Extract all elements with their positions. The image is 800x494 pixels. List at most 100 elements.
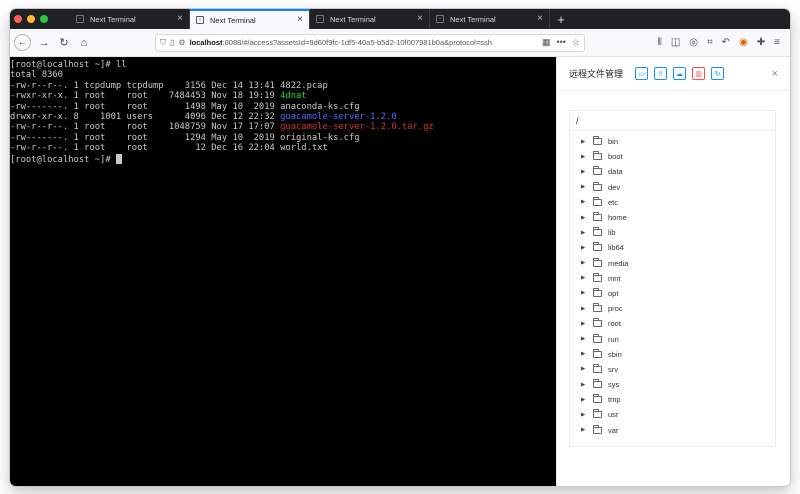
screenshot-icon[interactable]: ◎ [689,37,698,48]
expand-caret-icon[interactable]: ▶ [581,230,587,236]
terminal[interactable]: [root@localhost ~]# ll total 8360 -rw-r--r… [10,57,556,486]
close-window-button[interactable] [14,15,22,23]
tree-folder-media[interactable]: ▶ media [570,256,775,271]
maximize-window-button[interactable] [40,15,48,23]
tree-folder-usr[interactable]: ▶ usr [570,407,775,422]
expand-caret-icon[interactable]: ▶ [581,260,587,266]
bookmark-star-icon[interactable]: ☆ [572,37,580,48]
delete-button[interactable]: ▥ [692,67,706,80]
upload-button[interactable]: ⇧ [654,67,668,80]
folder-name: boot [608,152,623,162]
folder-name: proc [608,304,623,314]
expand-caret-icon[interactable]: ▶ [581,215,587,221]
expand-caret-icon[interactable]: ▶ [581,397,587,403]
file-name: guacamole-server-1.2.0.tar.gz [280,122,434,133]
tree-folder-lib[interactable]: ▶ lib [570,225,775,240]
tab-3[interactable]: ▪ Next Terminal × [310,9,430,29]
tab-2[interactable]: ▪ Next Terminal × [190,9,310,29]
qr-code-icon[interactable]: ▦ [542,37,551,48]
tree-folder-sys[interactable]: ▶ sys [570,377,775,392]
window-controls [10,9,70,29]
crop-icon[interactable]: ⌗ [707,37,713,48]
permissions-icon[interactable]: ⚙ [178,38,185,47]
tab-title: Next Terminal [90,14,136,24]
close-tab-button[interactable]: × [417,14,423,24]
tree-folder-tmp[interactable]: ▶ tmp [570,392,775,407]
expand-caret-icon[interactable]: ▶ [581,139,587,145]
tree-folder-root[interactable]: ▶ root [570,316,775,331]
expand-caret-icon[interactable]: ▶ [581,154,587,160]
folder-icon [593,242,602,252]
folder-name: tmp [608,395,621,405]
cloud-upload-button[interactable]: ☁ [673,67,687,80]
file-name: guacamole-server-1.2.0 [280,111,397,122]
close-tab-button[interactable]: × [297,15,303,25]
url-bar[interactable]: ⛉ ▯ ⚙ localhost:8088/#/access?assetsId=9… [155,33,585,52]
current-path: / [570,111,775,131]
refresh-button[interactable]: ↻ [711,67,725,80]
forward-button[interactable]: → [37,37,51,49]
terminal-line: total 8360 [10,70,63,81]
sidebar-icon[interactable]: ◫ [671,37,680,48]
expand-caret-icon[interactable]: ▶ [581,290,587,296]
expand-caret-icon[interactable]: ▶ [581,199,587,205]
expand-caret-icon[interactable]: ▶ [581,169,587,175]
close-tab-button[interactable]: × [177,14,183,24]
expand-caret-icon[interactable]: ▶ [581,382,587,388]
expand-caret-icon[interactable]: ▶ [581,306,587,312]
upload-file-button[interactable]: ▭ [635,67,649,80]
expand-caret-icon[interactable]: ▶ [581,245,587,251]
more-icon[interactable]: ••• [556,37,565,48]
tree-folder-var[interactable]: ▶ var [570,423,775,438]
back-button[interactable]: ← [14,34,31,51]
expand-caret-icon[interactable]: ▶ [581,184,587,190]
expand-caret-icon[interactable]: ▶ [581,427,587,433]
close-tab-button[interactable]: × [537,14,543,24]
extension-icon[interactable]: ◉ [739,37,748,48]
folder-name: data [608,167,623,177]
shield-icon[interactable]: ⛉ [160,38,166,48]
tree-folder-bin[interactable]: ▶ bin [570,134,775,149]
expand-caret-icon[interactable]: ▶ [581,336,587,342]
tree-folder-run[interactable]: ▶ run [570,331,775,346]
undo-icon[interactable]: ↶ [722,37,730,48]
expand-caret-icon[interactable]: ▶ [581,412,587,418]
terminal-line: drwxr-xr-x. 8 1001 users 4096 Dec 12 22:… [10,112,556,122]
tree-folder-mnt[interactable]: ▶ mnt [570,271,775,286]
page-info-icon[interactable]: ▯ [170,38,174,47]
minimize-window-button[interactable] [27,15,35,23]
folder-icon [593,272,602,282]
file-attributes: -rw-r--r--. 1 root root 12 Dec 16 22:04 [10,143,281,154]
new-tab-button[interactable]: + [550,9,572,29]
tree-folder-etc[interactable]: ▶ etc [570,195,775,210]
folder-icon [593,348,602,358]
home-button[interactable]: ⌂ [77,37,91,49]
expand-caret-icon[interactable]: ▶ [581,351,587,357]
tree-folder-proc[interactable]: ▶ proc [570,301,775,316]
close-panel-button[interactable]: × [772,68,778,80]
addons-icon[interactable]: ✚ [757,37,765,48]
tree-folder-home[interactable]: ▶ home [570,210,775,225]
expand-caret-icon[interactable]: ▶ [581,321,587,327]
library-icon[interactable]: ⫴ [658,37,662,48]
tree-folder-sbin[interactable]: ▶ sbin [570,347,775,362]
tree-folder-dev[interactable]: ▶ dev [570,180,775,195]
tab-4[interactable]: ▪ Next Terminal × [430,9,550,29]
folder-name: usr [608,410,619,420]
folder-name: sbin [608,349,622,359]
tree-folder-opt[interactable]: ▶ opt [570,286,775,301]
tab-1[interactable]: ▪ Next Terminal × [70,9,190,29]
file-attributes: -rwxr-xr-x. 1 root root 7484453 Nov 18 1… [10,91,281,102]
tree-folder-lib64[interactable]: ▶ lib64 [570,240,775,255]
menu-icon[interactable]: ≡ [774,37,780,48]
terminal-line: -rw-r--r--. 1 root root 12 Dec 16 22:04 … [10,143,556,153]
reload-button[interactable]: ↻ [57,36,71,49]
expand-caret-icon[interactable]: ▶ [581,366,587,372]
expand-caret-icon[interactable]: ▶ [581,275,587,281]
tree-folder-data[interactable]: ▶ data [570,164,775,179]
tree-folder-boot[interactable]: ▶ boot [570,149,775,164]
file-name: 4dnat [280,91,307,102]
tree-folder-srv[interactable]: ▶ srv [570,362,775,377]
tab-title: Next Terminal [330,14,376,24]
terminal-line: -rwxr-xr-x. 1 root root 7484453 Nov 18 1… [10,91,556,101]
